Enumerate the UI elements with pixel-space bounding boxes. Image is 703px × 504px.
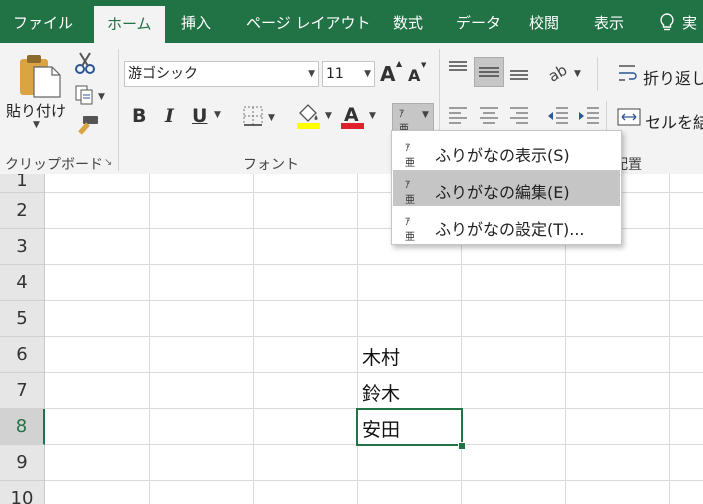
cell-row6[interactable]: 木村 [362,343,400,370]
dialog-launcher-icon[interactable]: ↘ [104,157,112,168]
selected-cell-border [356,408,463,446]
tab-page-layout[interactable]: ページ レイアウト [246,0,370,43]
align-left-icon[interactable] [447,105,469,131]
shrink-font-button[interactable]: A [408,66,420,85]
increase-indent-icon[interactable] [577,105,601,131]
fill-color-icon[interactable]: ▼ [296,103,336,135]
orientation-icon[interactable]: ab ▼ [545,61,586,87]
svg-text:▼: ▼ [325,111,332,121]
tab-file[interactable]: ファイル [13,0,73,43]
furigana-settings-icon: ｱ亜 [405,217,415,243]
merge-center-icon[interactable] [617,107,641,131]
svg-text:▼: ▼ [369,111,376,121]
menu-item-edit-phonetic[interactable]: ｱ亜 ふりがなの編集(E) [393,170,620,206]
row-gridline [45,300,703,301]
menu-item-phonetic-settings[interactable]: ｱ亜 ふりがなの設定(T)... [393,207,620,243]
tab-insert[interactable]: 挿入 [181,0,211,43]
clipboard-group-label: クリップボード [5,157,103,173]
row-header-9[interactable]: 9 [0,445,45,481]
row-header-4[interactable]: 4 [0,265,45,301]
decrease-indent-icon[interactable] [546,105,570,131]
menu-item-show-phonetic[interactable]: ｱ亜 ふりがなの表示(S) [393,133,620,169]
row-header-1[interactable]: 1 [0,174,45,193]
tab-data[interactable]: データ [456,0,501,43]
align-top-icon[interactable] [447,59,469,83]
underline-button[interactable]: U [192,105,207,127]
group-separator [597,57,598,91]
group-separator [118,49,119,171]
cut-scissors-icon[interactable] [74,51,96,79]
row-header-3[interactable]: 3 [0,229,45,265]
italic-button[interactable]: I [165,105,174,127]
tab-home[interactable]: ホーム [94,6,165,43]
paste-button-label[interactable]: 貼り付け [6,100,66,121]
copy-icon[interactable]: ▼ [74,84,108,110]
font-name-value: 游ゴシック [128,66,198,82]
menu-item-label: ふりがなの編集(E) [435,183,570,202]
row-gridline [45,372,703,373]
svg-text:ab: ab [546,63,570,83]
wrap-text-button[interactable]: 折り返し [643,65,703,89]
row-header-8[interactable]: 8 [0,409,45,445]
row-header-5[interactable]: 5 [0,301,45,337]
fill-handle[interactable] [458,442,466,450]
chevron-down-icon[interactable]: ▼ [364,62,371,86]
tab-view[interactable]: 表示 [594,0,624,43]
cell-row7[interactable]: 鈴木 [362,379,400,406]
font-color-icon[interactable]: A ▼ [340,103,380,135]
chevron-down-icon[interactable]: ▼ [214,110,221,120]
tab-tell-me[interactable]: 実 [682,0,697,43]
font-name-combobox[interactable]: 游ゴシック ▼ [124,61,319,87]
menu-item-label: ふりがなの設定(T)... [435,220,585,239]
ribbon-tab-bar: ファイル ホーム 挿入 ページ レイアウト 数式 データ 校閲 表示 実 [0,0,703,43]
svg-text:▼: ▼ [574,69,581,79]
lightbulb-icon[interactable] [660,13,674,37]
phonetic-guide-button[interactable]: ｱ亜 ▼ [392,103,434,135]
merge-center-button[interactable]: セルを結 [645,109,703,133]
chevron-down-icon[interactable]: ▼ [308,62,315,86]
column-gridline [253,174,254,504]
furigana-icon: ｱ亜 [405,143,415,169]
row-header-2[interactable]: 2 [0,193,45,229]
column-gridline [149,174,150,504]
paste-dropdown-chevron-icon[interactable]: ▼ [33,120,40,130]
row-gridline [45,480,703,481]
furigana-edit-icon: ｱ亜 [405,180,415,206]
shrink-caret-icon: ▼ [421,61,427,69]
tab-formulas[interactable]: 数式 [393,0,423,43]
chevron-down-icon: ▼ [422,110,429,120]
phonetic-dropdown-menu: ｱ亜 ふりがなの表示(S) ｱ亜 ふりがなの編集(E) ｱ亜 ふりがなの設定(T… [391,130,622,245]
row-gridline [45,336,703,337]
border-icon[interactable]: ▼ [243,106,279,130]
row-header-7[interactable]: 7 [0,373,45,409]
font-size-value: 11 [326,66,344,82]
grow-font-button[interactable]: A [380,62,395,86]
row-gridline [45,264,703,265]
tab-review[interactable]: 校閲 [529,0,559,43]
svg-text:A: A [344,104,359,126]
align-center-icon[interactable] [478,105,500,131]
grow-caret-icon: ▲ [396,59,403,68]
row-header-10[interactable]: 10 [0,481,45,504]
svg-text:▼: ▼ [98,92,105,102]
align-right-icon[interactable] [508,105,530,131]
menu-item-label: ふりがなの表示(S) [435,146,570,165]
align-bottom-icon[interactable] [508,59,530,89]
font-group-label: フォント [243,157,299,173]
row-header-6[interactable]: 6 [0,337,45,373]
svg-text:▼: ▼ [268,113,275,123]
bold-button[interactable]: B [132,105,146,127]
wrap-text-icon[interactable] [617,63,639,89]
column-gridline [357,174,358,504]
column-gridline [669,174,670,504]
paste-icon[interactable] [18,53,64,103]
align-middle-icon[interactable] [474,57,504,87]
format-painter-icon[interactable] [74,115,100,141]
font-size-combobox[interactable]: 11 ▼ [322,61,375,87]
